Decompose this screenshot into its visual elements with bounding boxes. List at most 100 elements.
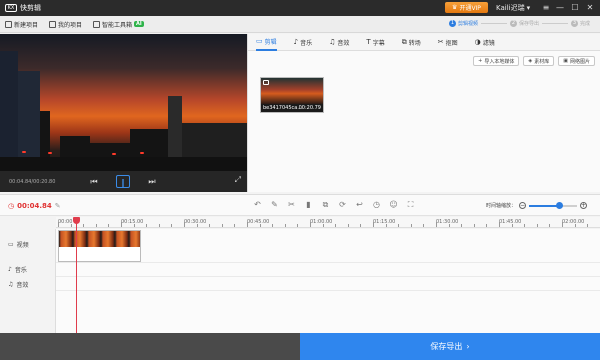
material-library-button[interactable]: ◈ 素材库 bbox=[523, 56, 555, 66]
sound-effect-icon: ♫ bbox=[8, 281, 14, 288]
import-media-button[interactable]: + 导入本地媒体 bbox=[473, 56, 520, 66]
timeline-zoom: 时间轴缩放： − + bbox=[486, 201, 588, 209]
copy-icon[interactable]: ⧉ bbox=[321, 200, 330, 210]
ruler-tick bbox=[347, 224, 349, 227]
ruler-tick bbox=[234, 224, 236, 227]
save-export-button[interactable]: 保存导出 › bbox=[300, 333, 600, 360]
ruler-tick-label: 02:00.00 bbox=[562, 219, 585, 225]
title-bar: KX 快剪辑 ♛ 开通VIP Kaili迟瑞 ▾ ≡ — ☐ ✕ bbox=[0, 0, 600, 16]
ruler-tick bbox=[133, 224, 135, 227]
step-label: 保存导出 bbox=[518, 21, 539, 27]
video-track[interactable] bbox=[56, 229, 600, 263]
ruler-tick bbox=[448, 224, 450, 227]
new-file-icon bbox=[5, 20, 12, 28]
delete-icon[interactable]: ▮ bbox=[304, 200, 313, 210]
music-track[interactable] bbox=[56, 263, 600, 277]
playhead-handle[interactable] bbox=[73, 217, 80, 224]
media-name: be3417045ca... bbox=[263, 105, 303, 111]
minimize-button[interactable]: — bbox=[554, 1, 566, 14]
media-tools: + 导入本地媒体 ◈ 素材库 ▣ 网络图片 bbox=[473, 56, 595, 66]
ruler-tick bbox=[549, 224, 551, 227]
timeline-tracks bbox=[56, 229, 600, 333]
track-label-video: ▭ 视频 bbox=[8, 240, 29, 249]
tab-edit[interactable]: ▭ 剪辑 bbox=[256, 34, 277, 51]
media-thumbnail[interactable]: be3417045ca... 00:20.79 bbox=[260, 77, 324, 113]
ruler-tick bbox=[272, 224, 274, 227]
export-label: 保存导出 bbox=[430, 342, 463, 351]
video-clip[interactable] bbox=[58, 230, 141, 262]
playhead[interactable] bbox=[73, 217, 80, 333]
step-label: 完成 bbox=[579, 21, 590, 27]
ruler-tick bbox=[58, 222, 59, 227]
previous-frame-button[interactable]: ⏮ bbox=[87, 175, 101, 188]
my-projects-button[interactable]: 我的项目 bbox=[49, 20, 82, 29]
video-preview: 00:04.84/00:20.80 ⏮ ‖ ⏭ ⤢ bbox=[0, 34, 247, 192]
tab-transitions[interactable]: ⧉ 转场 bbox=[402, 34, 421, 51]
new-project-button[interactable]: 新建项目 bbox=[5, 20, 38, 29]
zoom-slider-knob[interactable] bbox=[555, 201, 563, 209]
playback-time: 00:04.84/00:20.80 bbox=[9, 179, 56, 185]
tab-subtitles[interactable]: T 字幕 bbox=[366, 34, 384, 51]
fullscreen-icon[interactable]: ⤢ bbox=[235, 175, 241, 185]
car-light bbox=[48, 152, 52, 154]
video-icon bbox=[263, 80, 269, 85]
vip-button[interactable]: ♛ 开通VIP bbox=[445, 2, 488, 13]
ruler-tick bbox=[322, 224, 324, 227]
cut-icon[interactable]: ✂ bbox=[287, 200, 296, 210]
zoom-in-icon[interactable]: + bbox=[580, 202, 588, 209]
emoji-icon[interactable]: ☺ bbox=[389, 200, 398, 210]
web-images-button[interactable]: ▣ 网络图片 bbox=[558, 56, 595, 66]
tab-cutout[interactable]: ✂ 抠图 bbox=[438, 34, 458, 51]
ruler-tick bbox=[562, 222, 563, 227]
smart-toolbox-button[interactable]: 智能工具箱 AI bbox=[93, 20, 144, 29]
bottom-bar: 保存导出 › bbox=[0, 333, 600, 360]
music-icon: ♪ bbox=[8, 266, 12, 273]
maximize-button[interactable]: ☐ bbox=[569, 1, 581, 14]
ruler-tick-label: 00:15.00 bbox=[121, 219, 144, 225]
edit-panel: ▭ 剪辑 ♪ 音乐 ♫ 音效 T 字幕 ⧉ 转场 ✂ 抠图 ◑ 滤镜 + 导入本地媒体 ◈ 素材库… bbox=[247, 34, 600, 192]
car-light bbox=[22, 151, 26, 153]
crop-icon[interactable]: ⛶ bbox=[406, 200, 415, 210]
next-frame-button[interactable]: ⏭ bbox=[145, 175, 159, 188]
track-label-text: 音效 bbox=[16, 282, 29, 289]
pause-button[interactable]: ‖ bbox=[116, 175, 130, 188]
zoom-out-icon[interactable]: − bbox=[519, 202, 527, 209]
car-light bbox=[112, 153, 116, 155]
pen-icon[interactable]: ✎ bbox=[270, 200, 279, 210]
vip-label: 开通VIP bbox=[459, 5, 481, 12]
rotate-icon[interactable]: ⟳ bbox=[338, 200, 347, 210]
undo-icon[interactable]: ↩ bbox=[355, 200, 364, 210]
ruler-tick bbox=[511, 224, 513, 227]
clock-icon: ◷ bbox=[8, 202, 15, 210]
ruler-tick bbox=[146, 224, 148, 227]
menu-icon[interactable]: ≡ bbox=[540, 1, 552, 14]
tab-sound-effects[interactable]: ♫ 音效 bbox=[329, 34, 349, 51]
zoom-slider[interactable] bbox=[529, 201, 578, 209]
user-account[interactable]: Kaili迟瑞 ▾ bbox=[496, 3, 530, 13]
ruler-tick bbox=[83, 224, 85, 227]
image-icon: ▣ bbox=[563, 58, 568, 64]
ruler-tick bbox=[373, 222, 374, 227]
speed-icon[interactable]: ↶ bbox=[253, 200, 262, 210]
chevron-right-icon: › bbox=[466, 342, 470, 351]
tab-music[interactable]: ♪ 音乐 bbox=[294, 34, 312, 51]
timer-icon[interactable]: ◷ bbox=[372, 200, 381, 210]
ruler-tick bbox=[108, 224, 110, 227]
edit-time-icon[interactable]: ✎ bbox=[55, 202, 61, 210]
tab-filters[interactable]: ◑ 滤镜 bbox=[475, 34, 495, 51]
track-labels: ▭ 视频 ♪ 音乐 ♫ 音效 bbox=[0, 229, 56, 333]
step-connector bbox=[541, 23, 568, 24]
timeline-ruler[interactable]: 00:00 00:15.00 00:30.00 00:45.00 01:00.00 01:… bbox=[56, 217, 600, 228]
timeline-toolbar: ◷ 00:04.84 ✎ ↶ ✎ ✂ ▮ ⧉ ⟳ ↩ ◷ ☺ ⛶ 时间轴缩放： … bbox=[0, 194, 600, 216]
ai-badge: AI bbox=[134, 21, 144, 27]
sound-effects-track[interactable] bbox=[56, 277, 600, 291]
zoom-slider-fill bbox=[529, 204, 559, 207]
zoom-label: 时间轴缩放： bbox=[486, 203, 517, 209]
tab-label: 字幕 bbox=[372, 39, 385, 47]
ruler-tick bbox=[473, 224, 475, 227]
cutout-icon: ✂ bbox=[437, 38, 444, 46]
edit-tools: ↶ ✎ ✂ ▮ ⧉ ⟳ ↩ ◷ ☺ ⛶ bbox=[253, 200, 415, 210]
toolbox-icon bbox=[93, 20, 101, 28]
current-time: ◷ 00:04.84 ✎ bbox=[8, 202, 61, 210]
close-button[interactable]: ✕ bbox=[584, 1, 596, 14]
